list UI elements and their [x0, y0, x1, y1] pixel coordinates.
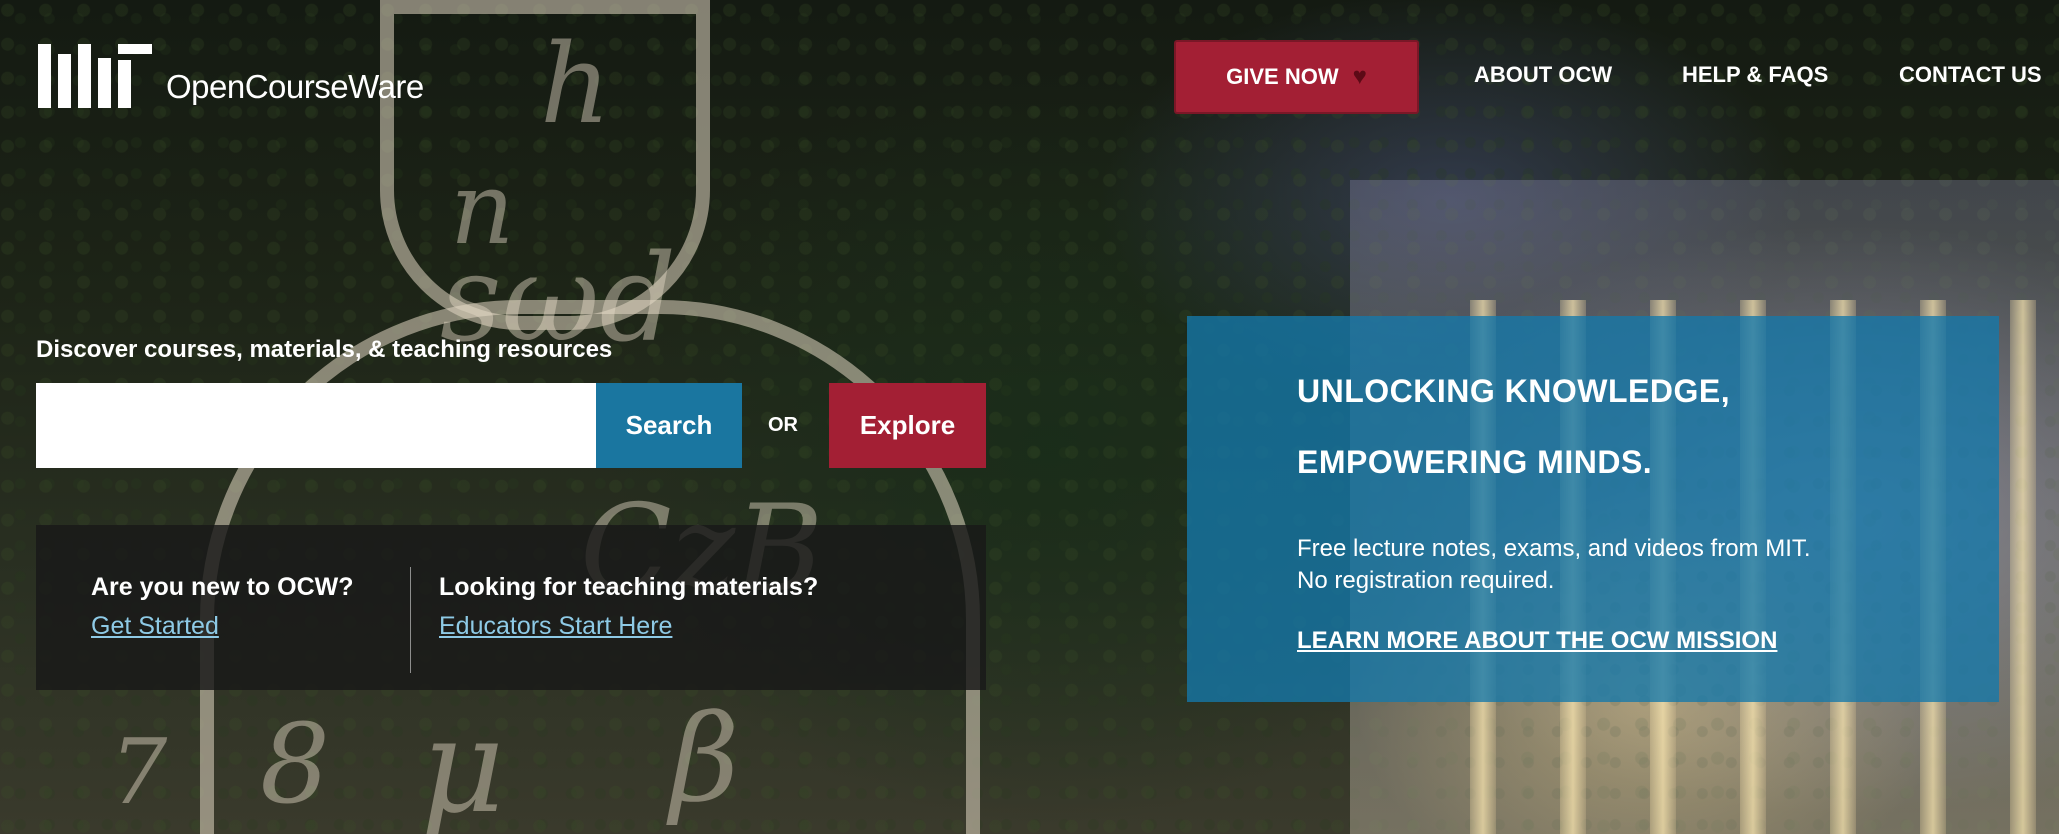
- get-started-link[interactable]: Get Started: [91, 612, 354, 641]
- nav-about-ocw[interactable]: ABOUT OCW: [1474, 62, 1612, 88]
- search-button[interactable]: Search: [596, 383, 742, 468]
- mission-description-1: Free lecture notes, exams, and videos fr…: [1297, 535, 1811, 562]
- educator-section: Looking for teaching materials? Educator…: [439, 573, 818, 641]
- tagline-line-1: UNLOCKING KNOWLEDGE,: [1297, 373, 1731, 409]
- mission-description-2: No registration required.: [1297, 567, 1555, 594]
- building-column: [2010, 300, 2036, 834]
- educator-heading: Looking for teaching materials?: [439, 573, 819, 601]
- new-user-section: Are you new to OCW? Get Started: [91, 573, 354, 641]
- mission-panel: UNLOCKING KNOWLEDGE, EMPOWERING MINDS. F…: [1187, 316, 1999, 702]
- or-separator: OR: [768, 414, 798, 436]
- search-prompt: Discover courses, materials, & teaching …: [36, 336, 613, 363]
- new-user-heading: Are you new to OCW?: [91, 573, 354, 601]
- logo-text: OpenCourseWare: [166, 68, 424, 105]
- panel-divider: [410, 567, 411, 673]
- learn-more-mission-link[interactable]: LEARN MORE ABOUT THE OCW MISSION: [1297, 627, 1777, 655]
- give-now-button[interactable]: GIVE NOW ♥: [1174, 40, 1419, 114]
- search-input[interactable]: [36, 383, 596, 468]
- mit-logo-icon: [38, 40, 152, 108]
- educators-start-link[interactable]: Educators Start Here: [439, 612, 818, 641]
- give-now-label: GIVE NOW: [1226, 64, 1339, 89]
- heart-icon: ♥: [1352, 63, 1367, 90]
- nav-help-faqs[interactable]: HELP & FAQS: [1682, 62, 1828, 88]
- nav-contact-us[interactable]: CONTACT US: [1899, 62, 2042, 88]
- tagline-line-2: EMPOWERING MINDS.: [1297, 444, 1653, 480]
- mit-ocw-logo[interactable]: OpenCourseWare: [38, 40, 424, 108]
- getting-started-panel: Are you new to OCW? Get Started Looking …: [36, 525, 986, 690]
- explore-button[interactable]: Explore: [829, 383, 986, 468]
